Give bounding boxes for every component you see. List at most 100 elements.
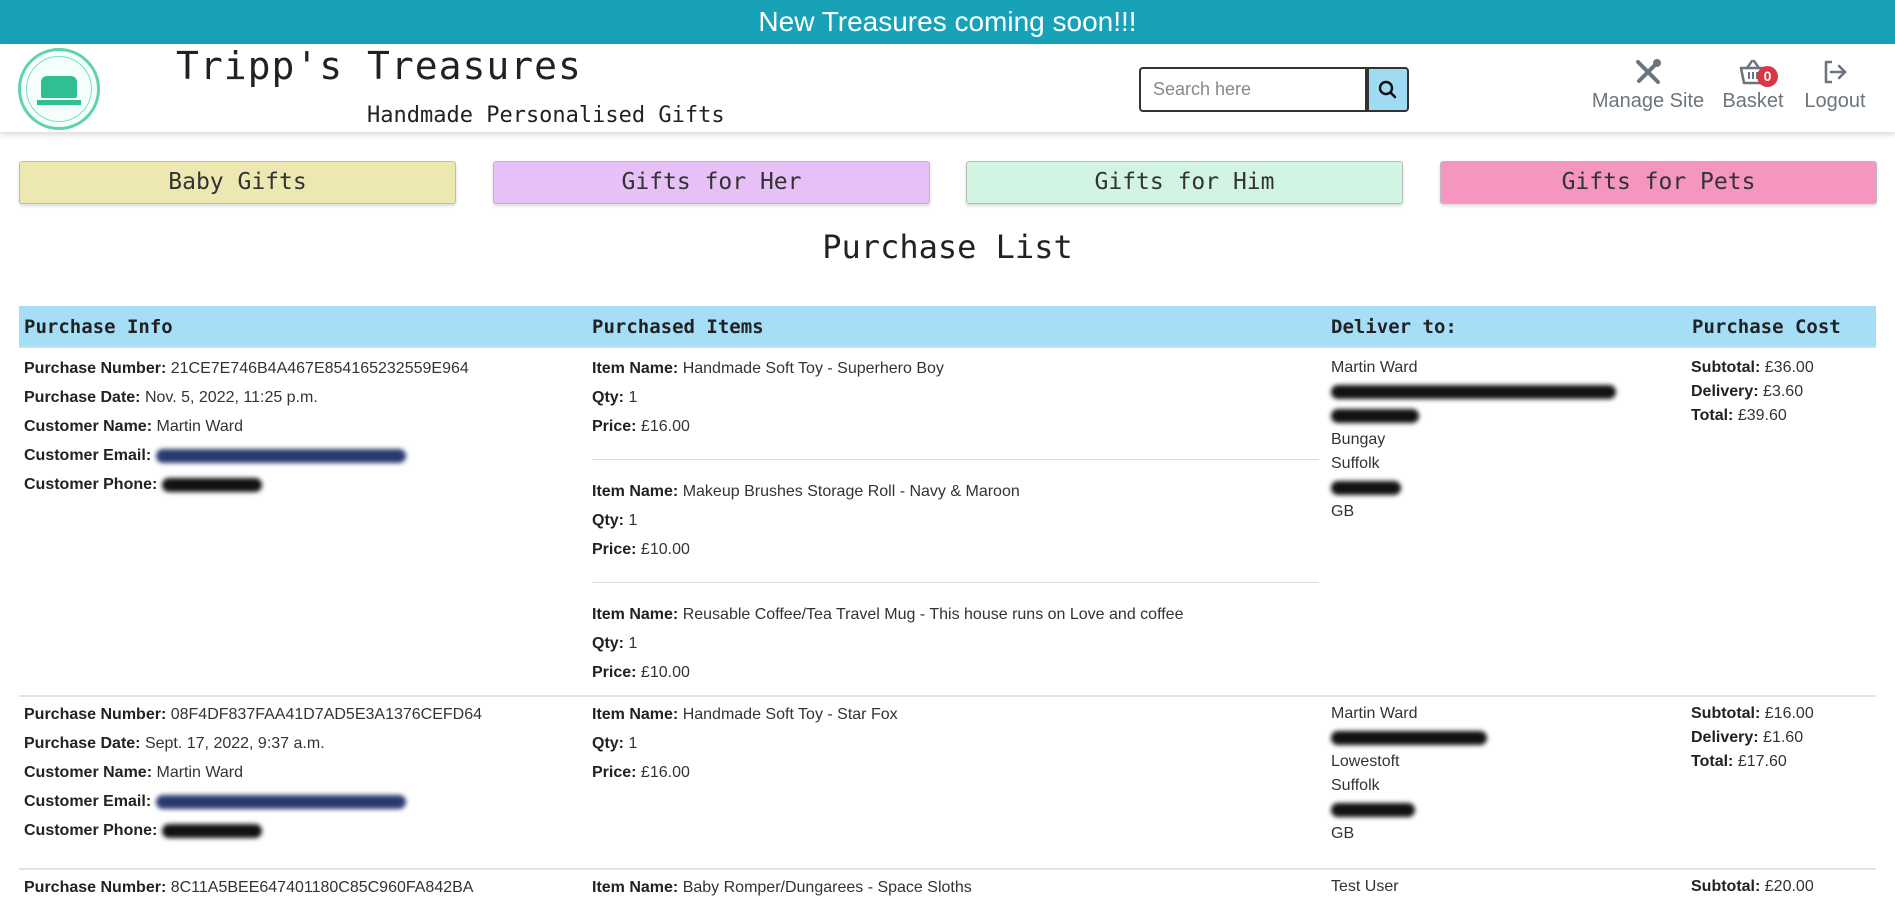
delivery-cost-label: Delivery:: [1691, 383, 1759, 400]
item-name-label: Item Name:: [592, 483, 679, 500]
total: £17.60: [1737, 753, 1787, 770]
item-name: Handmade Soft Toy - Superhero Boy: [682, 360, 944, 377]
item-qty: 1: [628, 635, 638, 652]
site-title[interactable]: Tripp's Treasures: [176, 44, 582, 88]
customer-email-redacted[interactable]: [155, 794, 406, 809]
item-name: Handmade Soft Toy - Star Fox: [682, 706, 898, 723]
basket-link[interactable]: Basket: [1718, 58, 1788, 113]
row-divider: [19, 695, 1876, 697]
item-price: £10.00: [640, 664, 690, 681]
customer-phone-label: Customer Phone:: [24, 476, 158, 493]
logout-link[interactable]: Logout: [1800, 58, 1870, 113]
delivery-cost-label: Delivery:: [1691, 729, 1759, 746]
header-purchased-items: Purchased Items: [592, 316, 764, 338]
delivery-address: Martin Ward Lowestoft Suffolk GB: [1331, 702, 1487, 846]
subtotal-label: Subtotal:: [1691, 878, 1761, 895]
item-qty-label: Qty:: [592, 512, 624, 529]
delivery-name: Martin Ward: [1331, 705, 1418, 722]
item-qty-label: Qty:: [592, 635, 624, 652]
search-input[interactable]: [1139, 67, 1367, 112]
delivery-address: Martin Ward Bungay Suffolk GB: [1331, 356, 1616, 524]
purchase-number: 21CE7E746B4A467E854165232559E964: [170, 360, 469, 377]
customer-email-redacted[interactable]: [155, 448, 406, 463]
item-price-label: Price:: [592, 764, 637, 781]
item-name-label: Item Name:: [592, 606, 679, 623]
purchased-item: Item Name: Handmade Soft Toy - Star Fox …: [592, 700, 898, 787]
delivery-address: Test User: [1331, 875, 1399, 899]
logout-label: Logout: [1804, 90, 1866, 112]
customer-email-label: Customer Email:: [24, 447, 152, 464]
delivery-street-redacted: [1331, 730, 1487, 745]
delivery-county: Suffolk: [1331, 777, 1380, 794]
item-qty-label: Qty:: [592, 735, 624, 752]
site-tagline: Handmade Personalised Gifts: [367, 103, 725, 128]
announcement-banner: New Treasures coming soon!!!: [0, 0, 1895, 44]
purchase-date-label: Purchase Date:: [24, 389, 141, 406]
purchase-date-label: Purchase Date:: [24, 735, 141, 752]
table-row-purchase-info: Purchase Number: 8C11A5BEE647401180C85C9…: [24, 873, 473, 902]
customer-name: Martin Ward: [156, 418, 244, 435]
item-name: Baby Romper/Dungarees - Space Sloths: [682, 879, 972, 896]
total: £39.60: [1737, 407, 1787, 424]
sewing-machine-logo-icon[interactable]: [18, 48, 100, 130]
customer-email-label: Customer Email:: [24, 793, 152, 810]
purchased-item: Item Name: Handmade Soft Toy - Superhero…: [592, 354, 944, 441]
logout-icon: [1824, 60, 1847, 84]
subtotal-label: Subtotal:: [1691, 705, 1761, 722]
table-header: Purchase Info Purchased Items Deliver to…: [19, 306, 1876, 348]
purchase-date: Nov. 5, 2022, 11:25 p.m.: [144, 389, 318, 406]
delivery-street2-redacted: [1331, 408, 1419, 423]
customer-phone-redacted: [161, 823, 262, 838]
item-price-label: Price:: [592, 418, 637, 435]
total-label: Total:: [1691, 753, 1734, 770]
purchase-date: Sept. 17, 2022, 9:37 a.m.: [144, 735, 325, 752]
purchase-number: 8C11A5BEE647401180C85C960FA842BA: [170, 879, 474, 896]
purchased-item: Item Name: Reusable Coffee/Tea Travel Mu…: [592, 600, 1183, 687]
purchase-number-label: Purchase Number:: [24, 706, 167, 723]
category-gifts-for-him-button[interactable]: Gifts for Him: [966, 161, 1403, 204]
delivery-name: Martin Ward: [1331, 359, 1418, 376]
item-price: £16.00: [640, 418, 690, 435]
customer-phone-redacted: [161, 477, 262, 492]
subtotal: £20.00: [1764, 878, 1814, 895]
row-divider: [19, 868, 1876, 870]
header-deliver-to: Deliver to:: [1331, 316, 1457, 338]
delivery-street-redacted: [1331, 384, 1616, 399]
delivery-cost: £3.60: [1763, 383, 1804, 400]
subtotal: £36.00: [1764, 359, 1814, 376]
basket-count-badge: 0: [1757, 66, 1778, 87]
customer-name-label: Customer Name:: [24, 418, 153, 435]
total-label: Total:: [1691, 407, 1734, 424]
subtotal-label: Subtotal:: [1691, 359, 1761, 376]
customer-name: Martin Ward: [156, 764, 244, 781]
item-name-label: Item Name:: [592, 360, 679, 377]
table-row-purchase-info: Purchase Number: 08F4DF837FAA41D7AD5E3A1…: [24, 700, 482, 845]
page-title: Purchase List: [822, 228, 1073, 266]
category-baby-gifts-button[interactable]: Baby Gifts: [19, 161, 456, 204]
delivery-name: Test User: [1331, 878, 1399, 895]
delivery-cost: £1.60: [1763, 729, 1804, 746]
item-name-label: Item Name:: [592, 879, 679, 896]
manage-site-link[interactable]: Manage Site: [1590, 58, 1706, 113]
header-purchase-cost: Purchase Cost: [1692, 316, 1841, 338]
item-price-label: Price:: [592, 664, 637, 681]
tools-icon: [1636, 59, 1661, 84]
delivery-town: Lowestoft: [1331, 753, 1400, 770]
category-gifts-for-her-button[interactable]: Gifts for Her: [493, 161, 930, 204]
item-divider: [592, 582, 1319, 583]
purchase-number-label: Purchase Number:: [24, 879, 167, 896]
delivery-postcode-redacted: [1331, 802, 1415, 817]
search-icon: [1378, 80, 1397, 99]
item-divider: [592, 459, 1319, 460]
item-qty: 1: [628, 512, 638, 529]
purchase-cost: Subtotal: £20.00: [1691, 875, 1814, 899]
category-gifts-for-pets-button[interactable]: Gifts for Pets: [1440, 161, 1877, 204]
item-qty: 1: [628, 389, 638, 406]
item-name-label: Item Name:: [592, 706, 679, 723]
search-button[interactable]: [1367, 67, 1409, 112]
item-price: £10.00: [640, 541, 690, 558]
delivery-country: GB: [1331, 503, 1355, 520]
delivery-county: Suffolk: [1331, 455, 1380, 472]
delivery-postcode-redacted: [1331, 480, 1401, 495]
item-price-label: Price:: [592, 541, 637, 558]
